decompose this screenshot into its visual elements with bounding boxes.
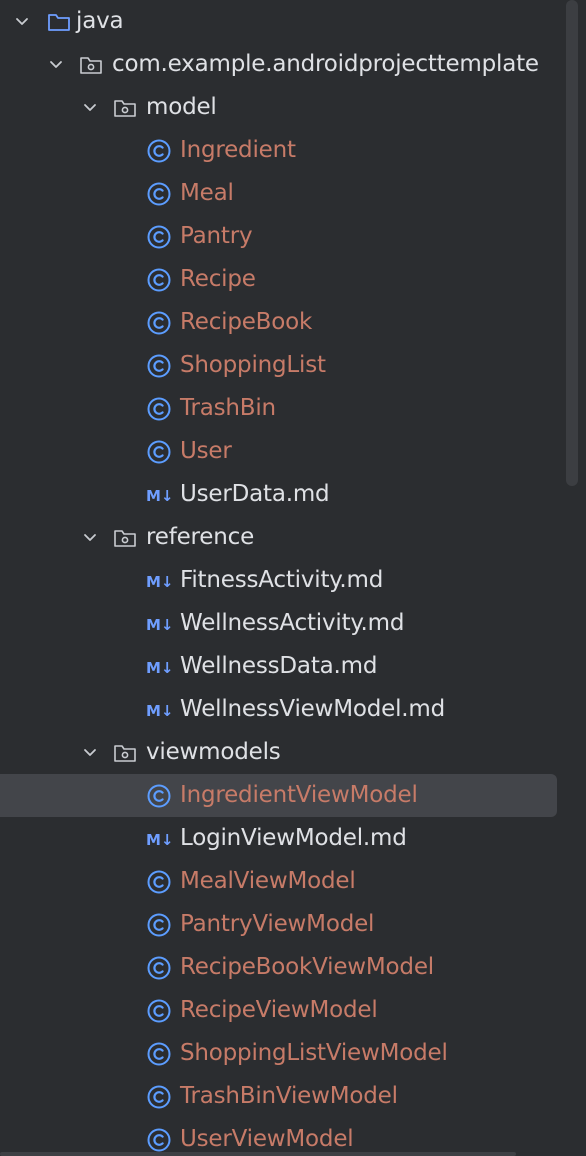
tree-item-label: PantryViewModel [180, 911, 375, 937]
chevron-down-icon[interactable] [80, 527, 100, 547]
tree-row-recipebookviewmodel[interactable]: RecipeBookViewModel [0, 946, 586, 989]
tree-item-label: ShoppingList [180, 352, 326, 378]
tree-item-label: ShoppingListViewModel [180, 1040, 448, 1066]
tree-item-label: LoginViewModel.md [180, 825, 407, 851]
tree-row-ingredient[interactable]: Ingredient [0, 129, 586, 172]
tree-item-label: TrashBin [180, 395, 276, 421]
vertical-scrollbar[interactable] [566, 0, 578, 486]
tree-row-com-example-androidprojecttemplate[interactable]: com.example.androidprojecttemplate [0, 43, 586, 86]
tree-row-trashbin[interactable]: TrashBin [0, 387, 586, 430]
class-icon [146, 267, 172, 293]
class-icon [146, 783, 172, 809]
svg-text:M↓: M↓ [146, 831, 172, 849]
source-folder-icon [46, 9, 72, 35]
chevron-down-icon[interactable] [80, 97, 100, 117]
tree-row-trashbinviewmodel[interactable]: TrashBinViewModel [0, 1075, 586, 1118]
package-folder-icon [112, 95, 138, 121]
tree-row-fitnessactivity-md[interactable]: M↓ FitnessActivity.md [0, 559, 586, 602]
tree-row-reference[interactable]: reference [0, 516, 586, 559]
tree-item-label: Meal [180, 180, 234, 206]
tree-item-label: reference [146, 524, 255, 550]
tree-item-label: model [146, 94, 217, 120]
tree-item-label: com.example.androidprojecttemplate [112, 51, 539, 77]
tree-item-label: UserViewModel [180, 1126, 354, 1152]
tree-item-label: WellnessData.md [180, 653, 378, 679]
class-icon [146, 224, 172, 250]
chevron-down-icon[interactable] [46, 54, 66, 74]
tree-row-pantryviewmodel[interactable]: PantryViewModel [0, 903, 586, 946]
class-icon [146, 1041, 172, 1067]
tree-row-model[interactable]: model [0, 86, 586, 129]
class-icon [146, 353, 172, 379]
chevron-down-icon[interactable] [12, 11, 32, 31]
tree-item-label: RecipeViewModel [180, 997, 378, 1023]
tree-item-label: Pantry [180, 223, 253, 249]
tree-item-label: Recipe [180, 266, 256, 292]
horizontal-scrollbar[interactable] [0, 1152, 516, 1156]
tree-row-wellnessactivity-md[interactable]: M↓ WellnessActivity.md [0, 602, 586, 645]
markdown-icon: M↓ [146, 482, 172, 508]
tree-item-label: MealViewModel [180, 868, 356, 894]
tree-row-mealviewmodel[interactable]: MealViewModel [0, 860, 586, 903]
tree-item-label: User [180, 438, 232, 464]
tree-item-label: java [76, 8, 124, 34]
svg-text:M↓: M↓ [146, 702, 172, 720]
tree-item-label: viewmodels [146, 739, 281, 765]
class-icon [146, 955, 172, 981]
class-icon [146, 1127, 172, 1153]
class-icon [146, 181, 172, 207]
class-icon [146, 1084, 172, 1110]
tree-row-meal[interactable]: Meal [0, 172, 586, 215]
markdown-icon: M↓ [146, 611, 172, 637]
tree-item-label: RecipeBook [180, 309, 313, 335]
project-tree: java com.example.androidprojecttemplate mo… [0, 0, 586, 1156]
tree-item-label: WellnessActivity.md [180, 610, 405, 636]
tree-row-user[interactable]: User [0, 430, 586, 473]
markdown-icon: M↓ [146, 654, 172, 680]
package-folder-icon [112, 740, 138, 766]
class-icon [146, 396, 172, 422]
svg-text:M↓: M↓ [146, 659, 172, 677]
tree-row-userviewmodel[interactable]: UserViewModel [0, 1118, 586, 1156]
package-folder-icon [112, 525, 138, 551]
class-icon [146, 869, 172, 895]
tree-row-pantry[interactable]: Pantry [0, 215, 586, 258]
tree-item-label: IngredientViewModel [180, 782, 418, 808]
tree-item-label: Ingredient [180, 137, 296, 163]
tree-row-ingredientviewmodel[interactable]: IngredientViewModel [0, 774, 586, 817]
tree-item-label: RecipeBookViewModel [180, 954, 434, 980]
markdown-icon: M↓ [146, 568, 172, 594]
tree-row-wellnessviewmodel-md[interactable]: M↓ WellnessViewModel.md [0, 688, 586, 731]
tree-row-loginviewmodel-md[interactable]: M↓ LoginViewModel.md [0, 817, 586, 860]
package-folder-icon [78, 52, 104, 78]
markdown-icon: M↓ [146, 826, 172, 852]
tree-item-label: WellnessViewModel.md [180, 696, 445, 722]
chevron-down-icon[interactable] [80, 742, 100, 762]
tree-row-wellnessdata-md[interactable]: M↓ WellnessData.md [0, 645, 586, 688]
tree-item-label: FitnessActivity.md [180, 567, 384, 593]
class-icon [146, 998, 172, 1024]
class-icon [146, 138, 172, 164]
tree-item-label: TrashBinViewModel [180, 1083, 398, 1109]
tree-row-shoppinglistviewmodel[interactable]: ShoppingListViewModel [0, 1032, 586, 1075]
tree-item-label: UserData.md [180, 481, 330, 507]
svg-text:M↓: M↓ [146, 487, 172, 505]
markdown-icon: M↓ [146, 697, 172, 723]
svg-text:M↓: M↓ [146, 616, 172, 634]
tree-row-recipeviewmodel[interactable]: RecipeViewModel [0, 989, 586, 1032]
tree-row-java[interactable]: java [0, 0, 586, 43]
tree-row-userdata-md[interactable]: M↓ UserData.md [0, 473, 586, 516]
class-icon [146, 310, 172, 336]
svg-text:M↓: M↓ [146, 573, 172, 591]
class-icon [146, 912, 172, 938]
tree-row-recipe[interactable]: Recipe [0, 258, 586, 301]
tree-row-shoppinglist[interactable]: ShoppingList [0, 344, 586, 387]
class-icon [146, 439, 172, 465]
tree-row-viewmodels[interactable]: viewmodels [0, 731, 586, 774]
tree-row-recipebook[interactable]: RecipeBook [0, 301, 586, 344]
